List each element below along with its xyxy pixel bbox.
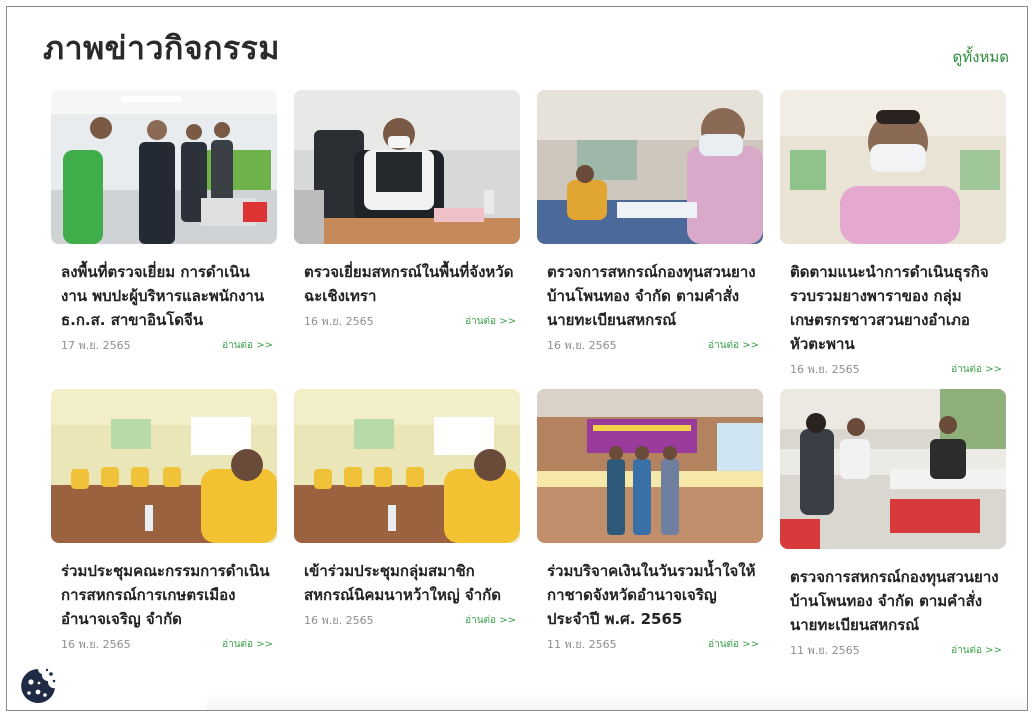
news-card-date: 16 พ.ย. 2565 (304, 315, 374, 328)
read-more-link[interactable]: อ่านต่อ >> (465, 613, 516, 628)
read-more-link[interactable]: อ่านต่อ >> (708, 637, 759, 652)
news-card-meta: 17 พ.ย. 2565 อ่านต่อ >> (61, 336, 273, 354)
news-card-meta: 11 พ.ย. 2565 อ่านต่อ >> (547, 635, 759, 653)
news-card-title[interactable]: ตรวจการสหกรณ์กองทุนสวนยางบ้านโพนทอง จำกั… (547, 260, 759, 332)
news-thumbnail[interactable] (780, 90, 1006, 244)
bottom-shade (207, 693, 1027, 710)
news-card[interactable]: เข้าร่วมประชุมกลุ่มสมาชิกสหกรณ์นิคมนาหว้… (294, 389, 520, 629)
news-card-date: 11 พ.ย. 2565 (790, 644, 860, 657)
news-thumbnail[interactable] (294, 90, 520, 244)
news-card-meta: 16 พ.ย. 2565 อ่านต่อ >> (304, 611, 516, 629)
news-card-title[interactable]: เข้าร่วมประชุมกลุ่มสมาชิกสหกรณ์นิคมนาหว้… (304, 559, 516, 607)
read-more-link[interactable]: อ่านต่อ >> (708, 338, 759, 353)
news-card-title[interactable]: ร่วมบริจาคเงินในวันรวมน้ำใจให้กาชาดจังหว… (547, 559, 759, 631)
news-card-date: 16 พ.ย. 2565 (790, 363, 860, 376)
news-card[interactable]: ตรวจการสหกรณ์กองทุนสวนยางบ้านโพนทอง จำกั… (537, 90, 763, 354)
news-card-meta: 11 พ.ย. 2565 อ่านต่อ >> (790, 641, 1002, 659)
news-card-date: 17 พ.ย. 2565 (61, 339, 131, 352)
news-card-date: 16 พ.ย. 2565 (304, 614, 374, 627)
news-thumbnail[interactable] (51, 389, 277, 543)
news-card-meta: 16 พ.ย. 2565 อ่านต่อ >> (547, 336, 759, 354)
news-card[interactable]: ร่วมประชุมคณะกรรมการดำเนินการสหกรณ์การเก… (51, 389, 277, 653)
cookie-icon[interactable] (18, 666, 58, 706)
news-thumbnail[interactable] (294, 389, 520, 543)
news-card[interactable]: ร่วมบริจาคเงินในวันรวมน้ำใจให้กาชาดจังหว… (537, 389, 763, 653)
news-thumbnail[interactable] (537, 90, 763, 244)
news-card-title[interactable]: ตรวจการสหกรณ์กองทุนสวนยางบ้านโพนทอง จำกั… (790, 565, 1002, 637)
news-card-title[interactable]: ตรวจเยี่ยมสหกรณ์ในพื้นที่จังหวัดฉะเชิงเท… (304, 260, 516, 308)
news-card-title[interactable]: ลงพื้นที่ตรวจเยี่ยม การดำเนินงาน พบปะผู้… (61, 260, 273, 332)
news-gallery-section: ภาพข่าวกิจกรรม ดูทั้งหมด ลงพื้นที่ตรวจเย… (6, 6, 1028, 711)
news-card[interactable]: ลงพื้นที่ตรวจเยี่ยม การดำเนินงาน พบปะผู้… (51, 90, 277, 354)
read-more-link[interactable]: อ่านต่อ >> (222, 338, 273, 353)
read-more-link[interactable]: อ่านต่อ >> (951, 643, 1002, 658)
news-card-title[interactable]: ร่วมประชุมคณะกรรมการดำเนินการสหกรณ์การเก… (61, 559, 273, 631)
read-more-link[interactable]: อ่านต่อ >> (951, 362, 1002, 377)
news-card-date: 11 พ.ย. 2565 (547, 638, 617, 651)
news-card[interactable]: ติดตามแนะนำการดำเนินธุรกิจรวบรวมยางพาราข… (780, 90, 1006, 378)
news-thumbnail[interactable] (51, 90, 277, 244)
page-title: ภาพข่าวกิจกรรม (43, 29, 280, 67)
news-card-date: 16 พ.ย. 2565 (61, 638, 131, 651)
news-thumbnail[interactable] (537, 389, 763, 543)
news-card[interactable]: ตรวจการสหกรณ์กองทุนสวนยางบ้านโพนทอง จำกั… (780, 389, 1006, 659)
news-thumbnail[interactable] (780, 389, 1006, 549)
news-card[interactable]: ตรวจเยี่ยมสหกรณ์ในพื้นที่จังหวัดฉะเชิงเท… (294, 90, 520, 330)
news-card-meta: 16 พ.ย. 2565 อ่านต่อ >> (61, 635, 273, 653)
news-card-date: 16 พ.ย. 2565 (547, 339, 617, 352)
news-card-meta: 16 พ.ย. 2565 อ่านต่อ >> (790, 360, 1002, 378)
read-more-link[interactable]: อ่านต่อ >> (465, 314, 516, 329)
news-card-meta: 16 พ.ย. 2565 อ่านต่อ >> (304, 312, 516, 330)
news-card-title[interactable]: ติดตามแนะนำการดำเนินธุรกิจรวบรวมยางพาราข… (790, 260, 1002, 356)
view-all-link[interactable]: ดูทั้งหมด (953, 45, 1009, 69)
read-more-link[interactable]: อ่านต่อ >> (222, 637, 273, 652)
